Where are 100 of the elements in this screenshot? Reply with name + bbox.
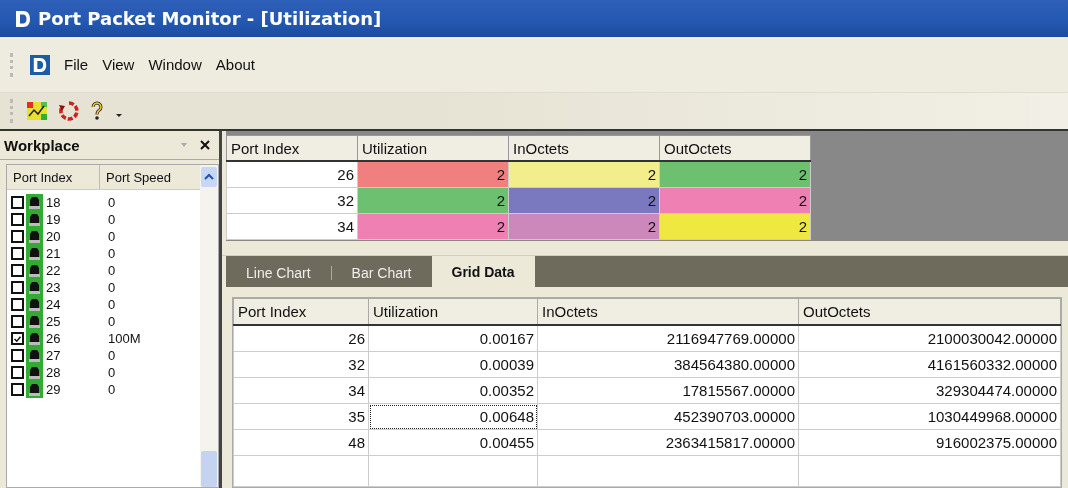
port-speed: 0 bbox=[108, 365, 116, 380]
table-cell: 34 bbox=[233, 377, 369, 404]
table-cell: 32 bbox=[233, 351, 369, 378]
tab[interactable]: Bar Chart bbox=[331, 259, 432, 287]
scroll-thumb[interactable] bbox=[201, 451, 217, 487]
tab[interactable]: Line Chart bbox=[226, 259, 331, 287]
table-cell: 2100030042.00000 bbox=[798, 325, 1061, 352]
table-cell: 329304474.00000 bbox=[798, 377, 1061, 404]
table-cell: 452390703.00000 bbox=[537, 403, 799, 430]
port-icon bbox=[26, 262, 43, 279]
menu-item[interactable]: File bbox=[64, 56, 89, 73]
port-speed: 0 bbox=[108, 280, 116, 295]
port-index: 20 bbox=[46, 229, 62, 244]
checkbox[interactable] bbox=[11, 196, 24, 209]
table-cell: 17815567.00000 bbox=[537, 377, 799, 404]
chart-icon[interactable] bbox=[26, 101, 48, 121]
column-header[interactable]: Port Index bbox=[226, 135, 358, 161]
table-cell: 26 bbox=[233, 325, 369, 352]
table-cell: 0.00648 bbox=[368, 403, 538, 430]
table-cell: 4161560332.00000 bbox=[798, 351, 1061, 378]
table-cell: 34 bbox=[226, 213, 358, 240]
checkbox[interactable] bbox=[11, 315, 24, 328]
port-icon bbox=[26, 347, 43, 364]
port-speed: 0 bbox=[108, 348, 116, 363]
table-cell: 2363415817.00000 bbox=[537, 429, 799, 456]
table-cell: 0.00039 bbox=[368, 351, 538, 378]
port-index: 25 bbox=[46, 314, 62, 329]
menu-item[interactable]: About bbox=[215, 56, 255, 73]
checkbox[interactable] bbox=[11, 247, 24, 260]
table-cell: 0.00455 bbox=[368, 429, 538, 456]
port-index: 27 bbox=[46, 348, 62, 363]
port-icon bbox=[26, 381, 43, 398]
column-header[interactable]: Port Index bbox=[233, 298, 369, 325]
color-cell: 2 bbox=[508, 161, 660, 188]
table-cell: 0.00352 bbox=[368, 377, 538, 404]
table-cell: 32 bbox=[226, 187, 358, 214]
port-icon bbox=[26, 330, 43, 347]
checkbox[interactable] bbox=[11, 264, 24, 277]
panel-title: Workplace bbox=[4, 136, 81, 154]
port-icon bbox=[26, 364, 43, 381]
column-header[interactable]: Utilization bbox=[368, 298, 538, 325]
app-logo-icon[interactable] bbox=[30, 54, 50, 75]
table-cell: 916002375.00000 bbox=[798, 429, 1061, 456]
scrollbar[interactable] bbox=[200, 165, 218, 487]
window-title: Port Packet Monitor - [Utilization] bbox=[38, 8, 382, 29]
column-header[interactable]: Port Speed bbox=[100, 165, 200, 189]
column-header[interactable]: Port Index bbox=[7, 165, 100, 189]
color-cell: 2 bbox=[357, 161, 509, 188]
checkbox[interactable] bbox=[11, 298, 24, 311]
close-icon[interactable] bbox=[199, 139, 211, 151]
port-index: 23 bbox=[46, 280, 62, 295]
checkbox[interactable] bbox=[11, 332, 24, 345]
port-speed: 0 bbox=[108, 212, 116, 227]
tab[interactable]: Grid Data bbox=[431, 256, 535, 287]
port-icon bbox=[26, 228, 43, 245]
color-cell: 2 bbox=[508, 213, 660, 240]
color-cell: 2 bbox=[659, 213, 811, 240]
port-icon bbox=[26, 245, 43, 262]
refresh-icon[interactable] bbox=[58, 101, 80, 121]
color-cell: 2 bbox=[659, 161, 811, 188]
port-index: 29 bbox=[46, 382, 62, 397]
app-logo-icon bbox=[14, 8, 32, 29]
port-icon bbox=[26, 296, 43, 313]
port-speed: 0 bbox=[108, 263, 116, 278]
checkbox[interactable] bbox=[11, 349, 24, 362]
table-cell: 384564380.00000 bbox=[537, 351, 799, 378]
table-cell: 0.00167 bbox=[368, 325, 538, 352]
color-cell: 2 bbox=[357, 187, 509, 214]
port-speed: 0 bbox=[108, 297, 116, 312]
table-cell: 2116947769.00000 bbox=[537, 325, 799, 352]
port-icon bbox=[26, 194, 43, 211]
port-speed: 0 bbox=[108, 195, 116, 210]
checkbox[interactable] bbox=[11, 230, 24, 243]
port-index: 24 bbox=[46, 297, 62, 312]
port-icon bbox=[26, 279, 43, 296]
menu-item[interactable]: View bbox=[102, 56, 135, 73]
port-icon bbox=[26, 313, 43, 330]
column-header[interactable]: Utilization bbox=[357, 135, 509, 161]
port-speed: 0 bbox=[108, 314, 116, 329]
port-index: 18 bbox=[46, 195, 62, 210]
color-cell: 2 bbox=[357, 213, 509, 240]
checkbox[interactable] bbox=[11, 383, 24, 396]
color-cell: 2 bbox=[659, 187, 811, 214]
scroll-up-icon[interactable] bbox=[201, 167, 217, 187]
port-speed: 0 bbox=[108, 229, 116, 244]
table-cell: 48 bbox=[233, 429, 369, 456]
column-header[interactable]: InOctets bbox=[537, 298, 799, 325]
port-index: 21 bbox=[46, 246, 62, 261]
column-header[interactable]: OutOctets bbox=[798, 298, 1061, 325]
port-index: 26 bbox=[46, 331, 62, 346]
table-cell: 35 bbox=[233, 403, 369, 430]
checkbox[interactable] bbox=[11, 281, 24, 294]
table-cell: 26 bbox=[226, 161, 358, 188]
checkbox[interactable] bbox=[11, 366, 24, 379]
column-header[interactable]: OutOctets bbox=[659, 135, 811, 161]
column-header[interactable]: InOctets bbox=[508, 135, 660, 161]
menu-item[interactable]: Window bbox=[148, 56, 202, 73]
port-speed: 100M bbox=[108, 331, 141, 346]
help-icon[interactable] bbox=[90, 101, 104, 121]
checkbox[interactable] bbox=[11, 213, 24, 226]
